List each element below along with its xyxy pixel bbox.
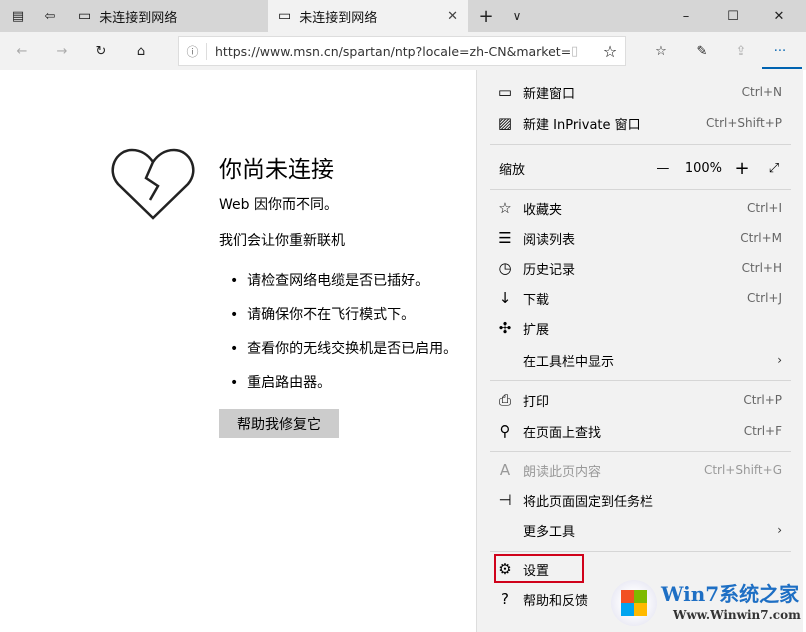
tip-item: • 请确保你不在飞行模式下。 <box>230 304 457 338</box>
settings-highlight <box>494 554 584 583</box>
tab-title: 未连接到网络 <box>299 7 447 26</box>
divider <box>490 451 791 452</box>
tips-list: • 请检查网络电缆是否已插好。 • 请确保你不在飞行模式下。 • 查看你的无线交… <box>230 270 457 406</box>
maximize-icon[interactable]: ☐ <box>723 6 743 26</box>
more-menu: ▭新建窗口Ctrl+N ▨新建 InPrivate 窗口Ctrl+Shift+P… <box>476 70 803 632</box>
pin-icon: ⊣ <box>495 491 515 509</box>
forward-icon[interactable]: → <box>52 41 72 61</box>
divider <box>490 551 791 552</box>
share-icon[interactable]: ⇪ <box>731 41 751 61</box>
menu-find[interactable]: ⚲在页面上查找Ctrl+F <box>477 416 804 446</box>
page-icon: ▭ <box>78 8 91 24</box>
reading-list-icon: ☰ <box>495 229 515 247</box>
set-aside-tabs-icon[interactable]: ⇦ <box>40 6 60 26</box>
tip-item: • 查看你的无线交换机是否已启用。 <box>230 338 457 372</box>
zoom-level: 100% <box>685 161 722 176</box>
menu-new-window[interactable]: ▭新建窗口Ctrl+N <box>477 77 804 107</box>
read-aloud-icon: A <box>495 461 515 479</box>
menu-extensions[interactable]: ✣扩展 <box>477 313 804 343</box>
web-note-icon[interactable]: ✎ <box>692 41 712 61</box>
page-content: 你尚未连接 Web 因你而不同。 我们会让你重新联机 • 请检查网络电缆是否已插… <box>0 70 476 632</box>
windows-logo-icon <box>611 580 657 626</box>
menu-print[interactable]: ⎙打印Ctrl+P <box>477 385 804 415</box>
menu-zoom: 缩放 — 100% + ⤢ <box>477 153 804 183</box>
menu-show-in-toolbar[interactable]: 在工具栏中显示› <box>477 345 804 375</box>
tab-groups-icon[interactable]: ▤ <box>8 6 28 26</box>
tab-inactive[interactable]: ▭ 未连接到网络 <box>68 0 268 32</box>
menu-history[interactable]: ◷历史记录Ctrl+H <box>477 253 804 283</box>
zoom-out-icon[interactable]: — <box>653 161 673 176</box>
favorites-icon: ☆ <box>495 199 515 217</box>
new-tab-icon[interactable]: + <box>476 6 496 26</box>
divider <box>490 144 791 145</box>
address-bar[interactable]: ⓘ https://www.msn.cn/spartan/ntp?locale=… <box>178 36 626 66</box>
print-icon: ⎙ <box>495 391 515 409</box>
fullscreen-icon[interactable]: ⤢ <box>764 161 784 176</box>
info-icon[interactable]: ⓘ <box>179 43 207 60</box>
tab-title: 未连接到网络 <box>99 7 177 26</box>
tip-item: • 重启路由器。 <box>230 372 457 406</box>
reading-view-icon[interactable]: ▯ <box>571 44 595 59</box>
tab-active[interactable]: ▭ 未连接到网络 ✕ <box>268 0 468 32</box>
divider <box>490 189 791 190</box>
more-active-indicator <box>762 67 802 69</box>
menu-new-inprivate[interactable]: ▨新建 InPrivate 窗口Ctrl+Shift+P <box>477 108 804 138</box>
favorite-star-icon[interactable]: ☆ <box>595 42 625 61</box>
inprivate-icon: ▨ <box>495 114 515 132</box>
zoom-in-icon[interactable]: + <box>732 158 752 179</box>
tip-item: • 请检查网络电缆是否已插好。 <box>230 270 457 304</box>
more-icon[interactable]: ··· <box>770 41 790 61</box>
menu-favorites[interactable]: ☆收藏夹Ctrl+I <box>477 193 804 223</box>
history-icon: ◷ <box>495 259 515 277</box>
menu-reading-list[interactable]: ☰阅读列表Ctrl+M <box>477 223 804 253</box>
minimize-icon[interactable]: – <box>676 6 696 26</box>
help-icon: ? <box>495 590 515 608</box>
close-tab-icon[interactable]: ✕ <box>447 9 458 24</box>
menu-more-tools[interactable]: 更多工具› <box>477 515 804 545</box>
download-icon: ↓ <box>495 289 515 307</box>
chevron-right-icon: › <box>777 523 782 537</box>
menu-downloads[interactable]: ↓下载Ctrl+J <box>477 283 804 313</box>
window-icon: ▭ <box>495 83 515 101</box>
broken-heart-icon <box>110 148 196 220</box>
menu-pin-taskbar[interactable]: ⊣将此页面固定到任务栏 <box>477 485 804 515</box>
fix-it-button[interactable]: 帮助我修复它 <box>219 409 339 438</box>
reconnect-text: 我们会让你重新联机 <box>219 230 345 250</box>
url-text[interactable]: https://www.msn.cn/spartan/ntp?locale=zh… <box>215 44 571 59</box>
watermark: Win7系统之家 Www.Winwin7.com <box>611 576 801 630</box>
title-bar: ▤ ⇦ ▭ 未连接到网络 ▭ 未连接到网络 ✕ + ∨ – ☐ ✕ <box>0 0 806 32</box>
page-title: 你尚未连接 <box>219 150 334 184</box>
extensions-icon: ✣ <box>495 319 515 337</box>
back-icon[interactable]: ← <box>12 41 32 61</box>
divider <box>490 380 791 381</box>
page-icon: ▭ <box>278 8 291 24</box>
page-subtitle: Web 因你而不同。 <box>219 194 338 214</box>
home-icon[interactable]: ⌂ <box>131 41 151 61</box>
chevron-right-icon: › <box>777 353 782 367</box>
menu-read-aloud: A朗读此页内容Ctrl+Shift+G <box>477 455 804 485</box>
search-icon: ⚲ <box>495 422 515 440</box>
close-window-icon[interactable]: ✕ <box>769 6 789 26</box>
favorites-hub-icon[interactable]: ☆ <box>650 41 672 61</box>
chevron-down-icon[interactable]: ∨ <box>507 6 527 26</box>
refresh-icon[interactable]: ↻ <box>91 41 111 61</box>
